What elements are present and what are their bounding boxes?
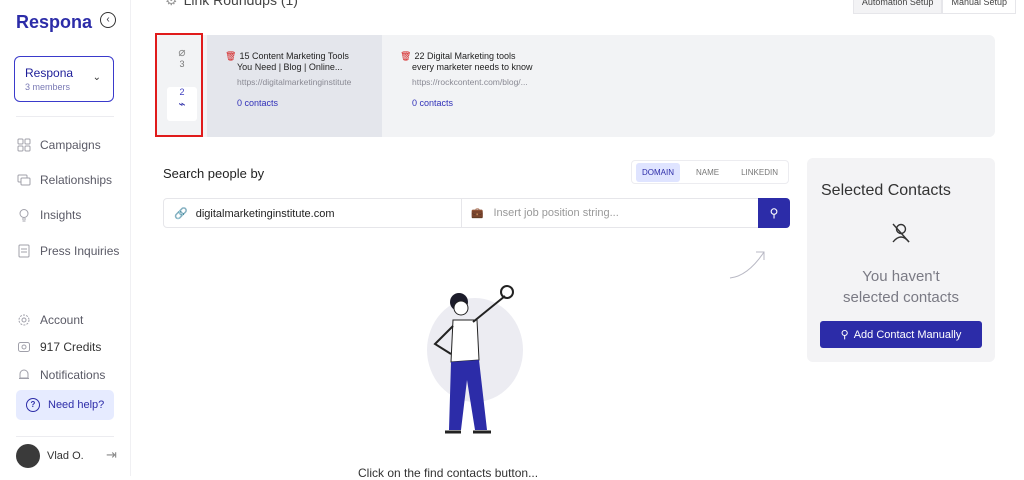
search-bar: 🔗 digitalmarketinginstitute.com 💼 Insert… [163, 198, 790, 228]
team-selector[interactable]: Respona 3 members ⌄ [14, 56, 114, 102]
card-url[interactable]: https://rockcontent.com/blog/... [400, 77, 557, 87]
need-help-button[interactable]: ? Need help? [16, 390, 114, 420]
tab-name[interactable]: NAME [690, 163, 725, 182]
card-title: 🗑 15 Content Marketing Tools You Need | B… [225, 51, 349, 72]
grid-icon [16, 137, 32, 153]
user-name: Vlad O. [47, 450, 84, 462]
sidebar-item-account[interactable]: Account [16, 310, 83, 330]
sidebar-item-campaigns[interactable]: Campaigns [16, 135, 101, 155]
empty-state-message: You haven't selected contacts [843, 268, 959, 306]
main-content: ⚙ Link Roundups (1) Automation Setup Manu… [130, 0, 1024, 480]
link-icon: 🔗 [174, 208, 188, 220]
app-logo: Respona [16, 12, 93, 32]
person-off-icon [891, 222, 911, 250]
collapse-sidebar-icon[interactable]: ‹ [100, 12, 116, 28]
roundup-card[interactable]: 🗑 15 Content Marketing Tools You Need | B… [207, 35, 382, 137]
highlight-box [155, 33, 203, 137]
credits-icon [16, 339, 32, 355]
sidebar-item-notifications[interactable]: Notifications [16, 365, 105, 385]
chat-icon [16, 172, 32, 188]
sidebar-item-label: 917 Credits [40, 340, 102, 354]
card-contacts[interactable]: 0 contacts [400, 98, 557, 108]
person-magnifier-illustration [427, 285, 523, 434]
search-icon: ⚲ [769, 206, 779, 220]
sidebar-item-insights[interactable]: Insights [16, 205, 81, 225]
sidebar: Respona ‹ Respona 3 members ⌄ Campaigns … [0, 0, 131, 476]
roundup-panel: ⌀ 3 2 ⌁ 🗑 15 Content Marketing Tools You … [155, 35, 995, 137]
card-url[interactable]: https://digitalmarketinginstitute [225, 77, 382, 87]
selected-contacts-panel: Selected Contacts You haven't selected co… [807, 158, 995, 362]
trash-icon[interactable]: 🗑 [400, 51, 411, 61]
bell-icon [16, 367, 32, 383]
tab-linkedin[interactable]: LINKEDIN [735, 163, 784, 182]
search-heading: Search people by [163, 166, 265, 181]
newspaper-icon [16, 243, 32, 259]
hint-text: Click on the find contacts button... [358, 466, 539, 480]
card-title: 🗑 22 Digital Marketing tools every market… [400, 51, 533, 72]
roundup-card[interactable]: 🗑 22 Digital Marketing tools every market… [382, 35, 557, 137]
help-icon: ? [26, 398, 40, 412]
search-icon: ⚲ [840, 329, 849, 341]
avatar[interactable] [16, 444, 40, 468]
briefcase-icon: 💼 [471, 207, 484, 219]
search-button[interactable]: ⚲ [758, 198, 790, 228]
bulb-icon [16, 207, 32, 223]
sidebar-item-label: Notifications [40, 368, 106, 382]
add-contact-manually-button[interactable]: ⚲ Add Contact Manually [820, 321, 982, 348]
search-mode-tabs: DOMAIN NAME LINKEDIN [631, 160, 789, 184]
divider [16, 116, 114, 117]
setup-toggle: Automation Setup Manual Setup [852, 0, 1016, 14]
sidebar-item-relationships[interactable]: Relationships [16, 170, 112, 190]
divider [461, 199, 462, 227]
sidebar-item-label: Press Inquiries [40, 244, 120, 258]
divider [16, 436, 114, 437]
chevron-down-icon: ⌄ [92, 72, 101, 83]
trash-icon[interactable]: 🗑 [225, 51, 236, 61]
sidebar-item-label: Relationships [40, 173, 113, 187]
domain-input[interactable]: 🔗 digitalmarketinginstitute.com [174, 207, 335, 221]
arrow-decoration [729, 251, 765, 279]
job-position-input[interactable]: 💼 Insert job position string... [471, 207, 619, 219]
sidebar-item-credits[interactable]: 917 Credits [16, 337, 101, 357]
sidebar-item-label: Account [40, 313, 84, 327]
sidebar-item-label: Campaigns [40, 138, 101, 152]
gear-icon [16, 312, 32, 328]
logout-icon[interactable]: ⇥ [106, 447, 117, 463]
section-title: ⚙ Link Roundups (1) [165, 0, 298, 9]
manual-setup-button[interactable]: Manual Setup [942, 0, 1016, 14]
selected-contacts-title: Selected Contacts [821, 182, 951, 199]
settings-icon: ⚙ [165, 0, 178, 8]
sidebar-item-label: Insights [40, 208, 82, 222]
card-contacts[interactable]: 0 contacts [225, 98, 382, 108]
automation-setup-button[interactable]: Automation Setup [852, 0, 943, 14]
need-help-label: Need help? [48, 399, 105, 411]
sidebar-item-press-inquiries[interactable]: Press Inquiries [16, 241, 119, 261]
team-members-count: 3 members [25, 82, 71, 92]
tab-domain[interactable]: DOMAIN [636, 162, 680, 182]
